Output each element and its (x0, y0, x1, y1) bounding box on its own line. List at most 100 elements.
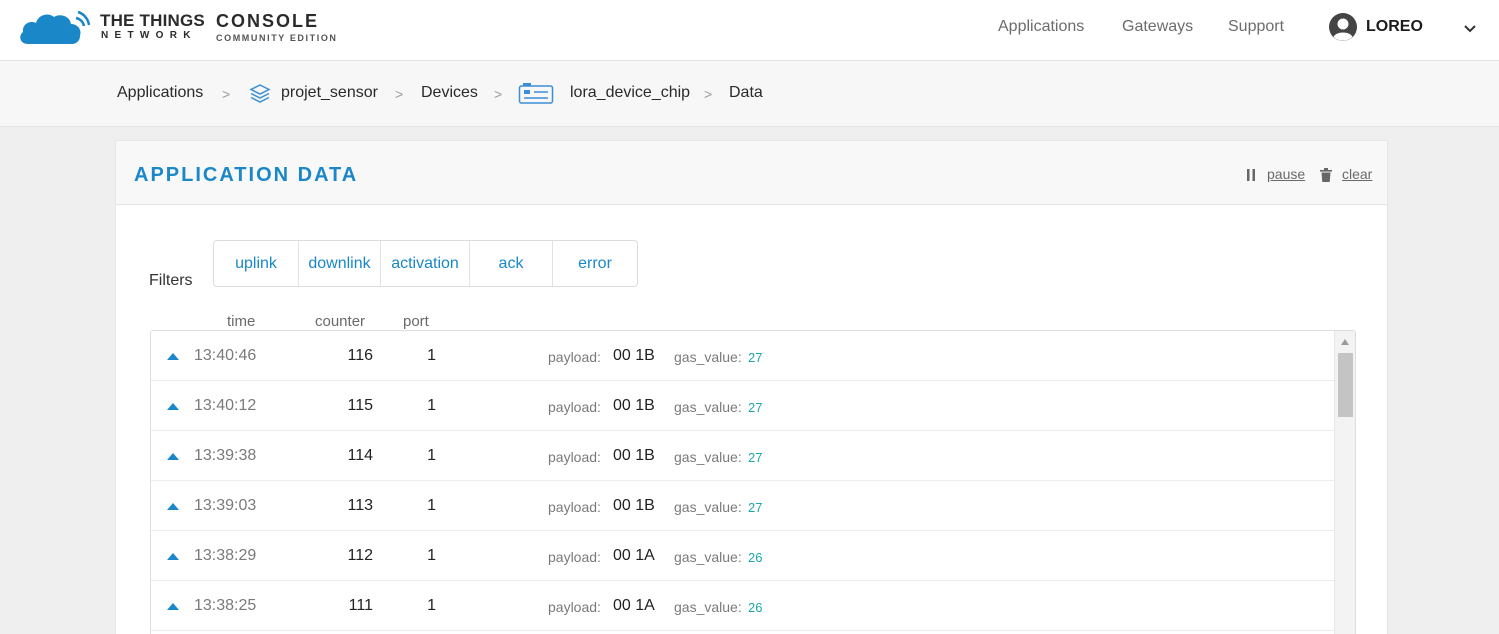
chevron-down-icon[interactable] (1462, 22, 1478, 36)
gas-value-label: gas_value: (674, 399, 742, 415)
gas-value-label: gas_value: (674, 599, 742, 615)
row-payload: 00 1A (613, 597, 655, 614)
row-payload: 00 1B (613, 447, 655, 464)
nav-gateways[interactable]: Gateways (1122, 18, 1193, 36)
breadcrumb-application[interactable]: projet_sensor (281, 84, 378, 102)
row-gas-value: 27 (748, 400, 763, 415)
filter-downlink[interactable]: downlink (299, 241, 381, 286)
row-counter: 114 (347, 447, 373, 464)
row-payload: 00 1B (613, 397, 655, 414)
nav-support[interactable]: Support (1228, 18, 1284, 36)
table-row[interactable]: 13:40:12 115 1 payload: 00 1B gas_value:… (151, 381, 1334, 431)
breadcrumb-device[interactable]: lora_device_chip (570, 84, 690, 102)
console-title: CONSOLE (216, 11, 320, 31)
user-menu[interactable]: LOREO (1328, 12, 1423, 42)
filters-label: Filters (149, 272, 193, 289)
row-gas-value: 27 (748, 450, 763, 465)
vertical-scrollbar[interactable] (1334, 331, 1355, 634)
console-edition: COMMUNITY EDITION (216, 33, 338, 43)
panel-title: APPLICATION DATA (134, 164, 359, 186)
breadcrumb-separator: > (494, 86, 503, 102)
filter-error[interactable]: error (553, 241, 637, 286)
data-table: 13:40:46 116 1 payload: 00 1B gas_value:… (150, 330, 1356, 634)
gas-value-label: gas_value: (674, 349, 742, 365)
row-port: 1 (427, 547, 436, 564)
top-navigation-bar: THE THINGS NETWORK CONSOLE COMMUNITY EDI… (0, 0, 1499, 61)
row-gas-value: 26 (748, 600, 763, 615)
uplink-arrow-icon (167, 353, 179, 360)
row-time: 13:39:38 (194, 447, 257, 464)
payload-label: payload: (548, 599, 601, 615)
row-payload: 00 1B (613, 347, 655, 364)
clear-button[interactable]: clear (1342, 166, 1372, 182)
ttn-logo[interactable] (18, 8, 90, 48)
payload-label: payload: (548, 449, 601, 465)
row-payload: 00 1A (613, 547, 655, 564)
breadcrumb: Applications > projet_sensor > Devices >… (0, 61, 1499, 127)
application-data-panel: APPLICATION DATA pause clear Filters upl… (115, 140, 1388, 634)
cloud-logo-icon (20, 10, 90, 44)
trash-icon[interactable] (1320, 168, 1332, 182)
row-time: 13:38:29 (194, 547, 257, 564)
uplink-arrow-icon (167, 603, 179, 610)
uplink-arrow-icon (167, 553, 179, 560)
uplink-arrow-icon (167, 403, 179, 410)
device-icon (518, 83, 554, 104)
table-row[interactable]: 13:39:03 113 1 payload: 00 1B gas_value:… (151, 481, 1334, 531)
filter-activation[interactable]: activation (381, 241, 470, 286)
payload-label: payload: (548, 549, 601, 565)
breadcrumb-applications[interactable]: Applications (117, 84, 203, 102)
scroll-up-arrow-icon[interactable] (1341, 339, 1349, 345)
filter-ack[interactable]: ack (470, 241, 553, 286)
uplink-arrow-icon (167, 503, 179, 510)
row-time: 13:38:25 (194, 597, 257, 614)
row-port: 1 (427, 497, 436, 514)
console-wordmark: CONSOLE COMMUNITY EDITION (216, 12, 338, 45)
application-stack-icon (249, 84, 271, 103)
payload-label: payload: (548, 499, 601, 515)
payload-label: payload: (548, 349, 601, 365)
table-row[interactable]: 13:40:46 116 1 payload: 00 1B gas_value:… (151, 331, 1334, 381)
column-header-counter: counter (315, 313, 366, 330)
row-gas-value: 27 (748, 350, 763, 365)
row-gas-value: 26 (748, 550, 763, 565)
gas-value-label: gas_value: (674, 549, 742, 565)
table-row[interactable]: 13:39:38 114 1 payload: 00 1B gas_value:… (151, 431, 1334, 481)
gas-value-label: gas_value: (674, 499, 742, 515)
uplink-arrow-icon (167, 453, 179, 460)
pause-button[interactable]: pause (1267, 166, 1305, 182)
table-row[interactable]: 13:38:29 112 1 payload: 00 1A gas_value:… (151, 531, 1334, 581)
row-counter: 113 (347, 497, 373, 514)
row-counter: 112 (347, 547, 373, 564)
row-port: 1 (427, 347, 436, 364)
panel-header: APPLICATION DATA pause clear (116, 141, 1387, 205)
user-avatar-icon (1329, 13, 1357, 41)
scrollbar-thumb[interactable] (1338, 353, 1353, 417)
nav-applications[interactable]: Applications (998, 18, 1084, 36)
brand-wordmark: THE THINGS NETWORK (100, 12, 205, 42)
row-time: 13:40:46 (194, 347, 257, 364)
payload-label: payload: (548, 399, 601, 415)
row-gas-value: 27 (748, 500, 763, 515)
breadcrumb-devices[interactable]: Devices (421, 84, 478, 102)
breadcrumb-separator: > (222, 86, 231, 102)
row-counter: 111 (348, 597, 373, 614)
column-header-port: port (403, 313, 429, 330)
pause-icon[interactable] (1247, 169, 1255, 181)
filter-uplink[interactable]: uplink (214, 241, 299, 286)
row-counter: 116 (347, 347, 373, 364)
filter-button-group: uplink downlink activation ack error (213, 240, 638, 287)
row-time: 13:39:03 (194, 497, 257, 514)
row-payload: 00 1B (613, 497, 655, 514)
table-row[interactable]: 13:38:25 111 1 payload: 00 1A gas_value:… (151, 581, 1334, 631)
row-counter: 115 (347, 397, 373, 414)
row-port: 1 (427, 397, 436, 414)
row-port: 1 (427, 597, 436, 614)
breadcrumb-separator: > (704, 86, 713, 102)
brand-bottom: NETWORK (101, 30, 197, 41)
brand-top: THE THINGS (100, 11, 205, 30)
row-port: 1 (427, 447, 436, 464)
row-time: 13:40:12 (194, 397, 257, 414)
gas-value-label: gas_value: (674, 449, 742, 465)
breadcrumb-separator: > (395, 86, 404, 102)
